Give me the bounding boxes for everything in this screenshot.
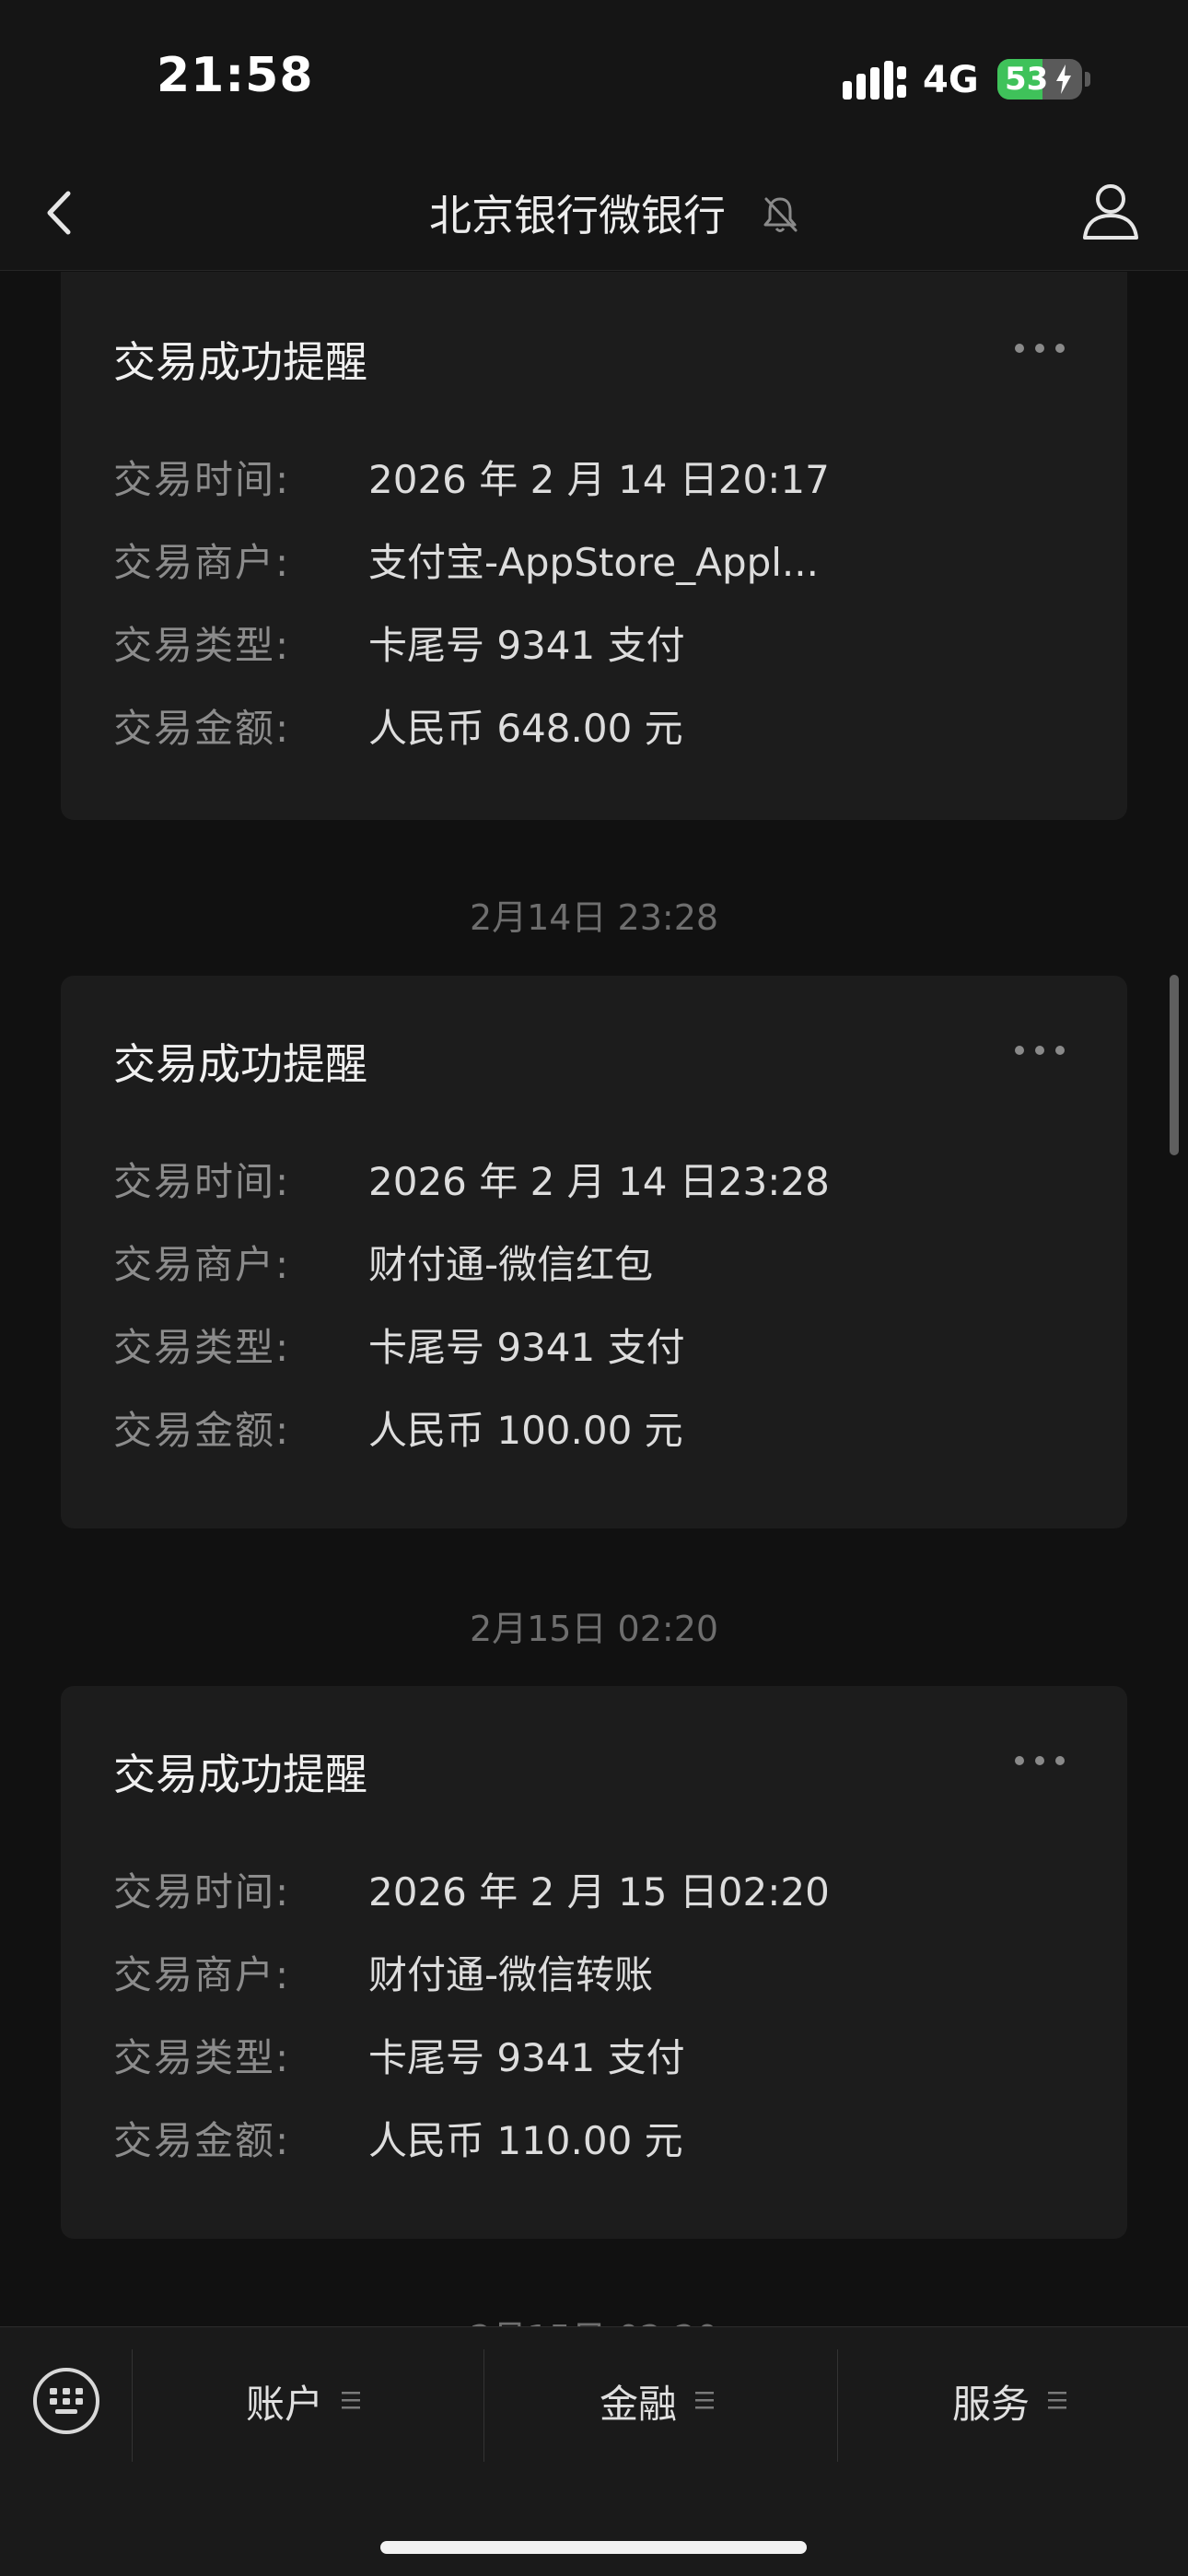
more-options-icon[interactable] (1013, 1754, 1066, 1767)
card-title: 交易成功提醒 (113, 1039, 367, 1089)
card-title: 交易成功提醒 (113, 1750, 367, 1799)
keyboard-toggle-button[interactable] (33, 2368, 99, 2434)
row-merchant: 交易商户: 支付宝-AppStore_Appl... (113, 532, 1089, 587)
row-label: 交易类型: (113, 2035, 291, 2080)
row-value: 卡尾号 9341 支付 (368, 623, 685, 668)
tab-label: 服务 (952, 2382, 1031, 2427)
row-label: 交易商户: (113, 540, 291, 585)
tab-service[interactable]: 服务 (837, 2355, 1188, 2447)
more-options-icon[interactable] (1013, 342, 1066, 355)
row-label: 交易金额: (113, 2118, 291, 2163)
tab-finance[interactable]: 金融 (483, 2355, 837, 2447)
tab-account[interactable]: 账户 (132, 2355, 483, 2447)
signal-icon (843, 61, 906, 100)
status-time: 21:58 (157, 48, 314, 103)
row-label: 交易时间: (113, 1159, 291, 1204)
battery-indicator: 53 (997, 59, 1082, 100)
row-merchant: 交易商户: 财付通-微信红包 (113, 1234, 1089, 1289)
row-time: 交易时间: 2026 年 2 月 14 日20:17 (113, 449, 1089, 504)
row-value: 2026 年 2 月 15 日02:20 (368, 1869, 830, 1914)
row-label: 交易时间: (113, 1869, 291, 1914)
row-value: 2026 年 2 月 14 日20:17 (368, 457, 830, 502)
row-label: 交易商户: (113, 1952, 291, 1997)
tab-label: 金融 (600, 2382, 678, 2427)
row-amount: 交易金额: 人民币 110.00 元 (113, 2110, 1089, 2165)
more-options-icon[interactable] (1013, 1044, 1066, 1057)
home-indicator[interactable] (380, 2541, 807, 2554)
message-list[interactable]: 交易成功提醒 交易时间: 2026 年 2 月 14 日20:17 交易商户: … (0, 272, 1188, 2326)
charging-bolt-icon (1056, 64, 1071, 94)
row-value: 卡尾号 9341 支付 (368, 2035, 685, 2080)
date-separator: 2月15日 02:20 (469, 1609, 719, 1649)
back-icon[interactable] (37, 181, 83, 245)
battery-cap (1085, 72, 1090, 87)
profile-icon[interactable] (1079, 179, 1142, 245)
page-title: 北京银行微银行 (429, 191, 726, 240)
tab-label: 账户 (246, 2382, 324, 2427)
row-time: 交易时间: 2026 年 2 月 15 日02:20 (113, 1861, 1089, 1916)
row-time: 交易时间: 2026 年 2 月 14 日23:28 (113, 1151, 1089, 1206)
row-type: 交易类型: 卡尾号 9341 支付 (113, 2027, 1089, 2082)
row-label: 交易金额: (113, 706, 291, 751)
row-type: 交易类型: 卡尾号 9341 支付 (113, 1317, 1089, 1372)
transaction-card: 交易成功提醒 交易时间: 2026 年 2 月 14 日20:17 交易商户: … (61, 272, 1127, 820)
battery-percent: 53 (1005, 61, 1049, 98)
date-separator: 2月15日 02:20 (0, 2310, 1188, 2326)
status-bar: 21:58 4G 53 (0, 0, 1188, 157)
menu-lines-icon (695, 2392, 714, 2409)
keyboard-icon (50, 2388, 83, 2414)
network-type: 4G (923, 59, 979, 101)
row-label: 交易类型: (113, 1325, 291, 1370)
row-label: 交易类型: (113, 623, 291, 668)
bottom-menu-bar: 账户 金融 服务 (0, 2326, 1188, 2576)
row-amount: 交易金额: 人民币 648.00 元 (113, 697, 1089, 753)
row-value: 财付通-微信红包 (368, 1242, 654, 1287)
row-label: 交易时间: (113, 457, 291, 502)
row-value: 卡尾号 9341 支付 (368, 1325, 685, 1370)
card-title: 交易成功提醒 (113, 337, 367, 387)
scrollbar[interactable] (1170, 975, 1179, 1155)
row-value: 2026 年 2 月 14 日23:28 (368, 1159, 830, 1204)
row-value: 人民币 110.00 元 (368, 2118, 683, 2163)
row-label: 交易商户: (113, 1242, 291, 1287)
row-value: 支付宝-AppStore_Appl... (368, 540, 819, 585)
mute-bell-icon (763, 197, 798, 232)
menu-lines-icon (342, 2392, 360, 2409)
row-amount: 交易金额: 人民币 100.00 元 (113, 1399, 1089, 1455)
row-value: 人民币 100.00 元 (368, 1408, 683, 1453)
row-merchant: 交易商户: 财付通-微信转账 (113, 1944, 1089, 1999)
row-value: 人民币 648.00 元 (368, 706, 683, 751)
row-value: 财付通-微信转账 (368, 1952, 654, 1997)
transaction-card: 交易成功提醒 交易时间: 2026 年 2 月 15 日02:20 交易商户: … (61, 1686, 1127, 2239)
date-separator: 2月14日 23:28 (469, 897, 719, 938)
nav-bar: 北京银行微银行 (0, 157, 1188, 271)
menu-lines-icon (1048, 2392, 1066, 2409)
row-type: 交易类型: 卡尾号 9341 支付 (113, 615, 1089, 670)
transaction-card: 交易成功提醒 交易时间: 2026 年 2 月 14 日23:28 交易商户: … (61, 976, 1127, 1528)
row-label: 交易金额: (113, 1408, 291, 1453)
